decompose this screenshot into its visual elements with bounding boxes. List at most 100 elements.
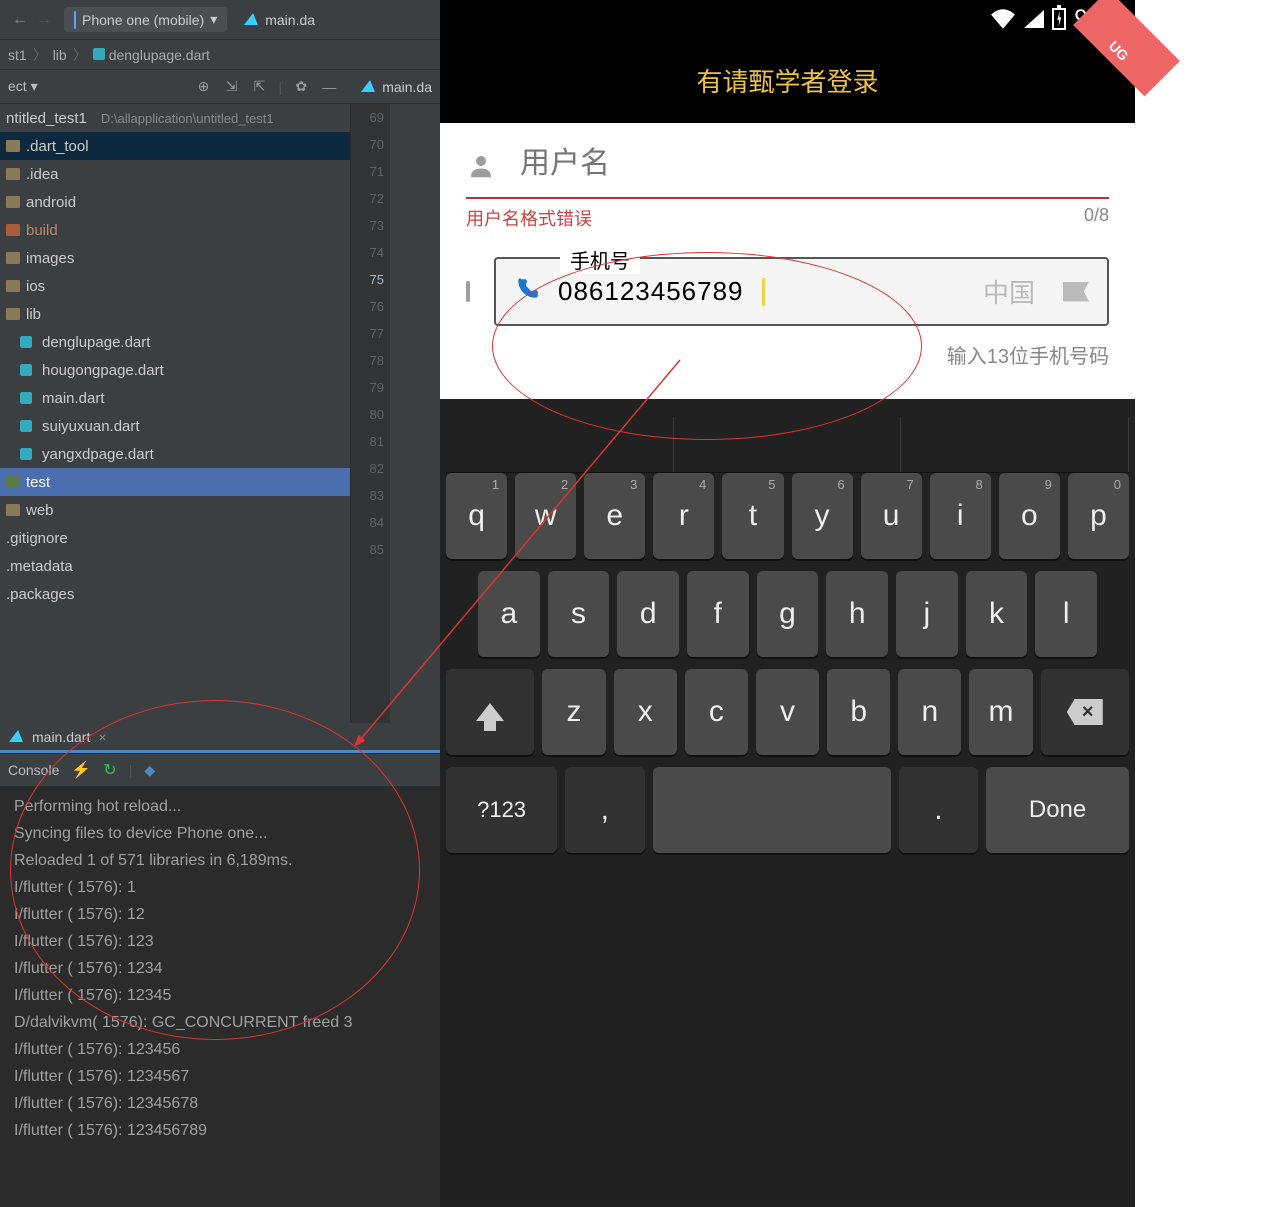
- tree-ios[interactable]: ios: [0, 272, 350, 300]
- tree-images[interactable]: images: [0, 244, 350, 272]
- line-number: 71: [351, 158, 384, 185]
- key-a[interactable]: a: [478, 571, 540, 657]
- key-d[interactable]: d: [617, 571, 679, 657]
- collapse-icon[interactable]: ⇱: [251, 78, 269, 96]
- key-m[interactable]: m: [969, 669, 1032, 755]
- top-file-tab[interactable]: main.da: [245, 12, 315, 28]
- period-key[interactable]: .: [899, 767, 978, 853]
- tree-file-yangxdpage[interactable]: yangxdpage.dart: [0, 440, 350, 468]
- console-line: I/flutter ( 1576): 12345678: [14, 1090, 426, 1117]
- done-key[interactable]: Done: [986, 767, 1129, 853]
- key-z[interactable]: z: [542, 669, 605, 755]
- key-x[interactable]: x: [614, 669, 677, 755]
- key-o[interactable]: 9o: [999, 473, 1060, 559]
- project-tree[interactable]: ntitled_test1D:\allapplication\untitled_…: [0, 104, 350, 723]
- tree-idea[interactable]: .idea: [0, 160, 350, 188]
- project-dropdown[interactable]: ect ▾: [8, 78, 38, 95]
- username-counter: 0/8: [1084, 205, 1109, 231]
- text-cursor: [762, 278, 765, 306]
- console-line: Syncing files to device Phone one...: [14, 820, 426, 847]
- key-k[interactable]: k: [966, 571, 1028, 657]
- nav-back-icon[interactable]: ←: [8, 8, 32, 32]
- prediction-bar: [446, 417, 1129, 473]
- tree-file-hougongpage[interactable]: hougongpage.dart: [0, 356, 350, 384]
- shift-key[interactable]: [446, 669, 534, 755]
- key-u[interactable]: 7u: [861, 473, 922, 559]
- crumb-1[interactable]: st1: [8, 47, 27, 63]
- folder-icon: [6, 168, 20, 180]
- top-file-tab-label: main.da: [265, 12, 315, 28]
- symbols-key[interactable]: ?123: [446, 767, 557, 853]
- ide-panel: ← → Phone one (mobile) ▾ main.da st1 〉 l…: [0, 0, 440, 1207]
- tree-file-suiyuxuan[interactable]: suiyuxuan.dart: [0, 412, 350, 440]
- phone-input-container[interactable]: 手机号 086123456789 中国: [494, 257, 1109, 326]
- key-j[interactable]: j: [896, 571, 958, 657]
- crumb-2[interactable]: lib: [53, 47, 67, 63]
- key-n[interactable]: n: [898, 669, 961, 755]
- line-number: 76: [351, 293, 384, 320]
- tree-lib[interactable]: lib: [0, 300, 350, 328]
- minimize-icon[interactable]: —: [320, 78, 338, 96]
- folder-icon: [6, 476, 20, 488]
- flutter-icon: [10, 730, 24, 744]
- key-p[interactable]: 0p: [1068, 473, 1129, 559]
- hot-restart-icon[interactable]: ↻: [103, 760, 116, 780]
- line-number: 79: [351, 374, 384, 401]
- tree-project[interactable]: ntitled_test1D:\allapplication\untitled_…: [0, 104, 350, 132]
- key-c[interactable]: c: [685, 669, 748, 755]
- tree-file-denglupage[interactable]: denglupage.dart: [0, 328, 350, 356]
- emulator: 9:00 有请甄学者登录 UG 用户名格式错误 0/8 手机号 0: [440, 0, 1135, 1207]
- nav-fwd-icon[interactable]: →: [32, 8, 56, 32]
- key-f[interactable]: f: [687, 571, 749, 657]
- line-number: 85: [351, 536, 384, 563]
- key-w[interactable]: 2w: [515, 473, 576, 559]
- space-key[interactable]: [653, 767, 891, 853]
- key-y[interactable]: 6y: [792, 473, 853, 559]
- key-g[interactable]: g: [757, 571, 819, 657]
- key-l[interactable]: l: [1035, 571, 1097, 657]
- key-h[interactable]: h: [826, 571, 888, 657]
- country-label: 中国: [983, 273, 1035, 310]
- chevron-down-icon: ▾: [210, 11, 217, 28]
- tree-packages[interactable]: .packages: [0, 580, 350, 608]
- key-e[interactable]: 3e: [584, 473, 645, 559]
- expand-icon[interactable]: ⇲: [223, 78, 241, 96]
- tree-dart-tool[interactable]: .dart_tool: [0, 132, 350, 160]
- gear-icon[interactable]: ✿: [292, 78, 310, 96]
- key-i[interactable]: 8i: [930, 473, 991, 559]
- username-input[interactable]: [520, 147, 1109, 193]
- editor-tab-main[interactable]: main.dart: [32, 729, 90, 745]
- line-number: 82: [351, 455, 384, 482]
- console-header: Console ⚡ ↻ | ◆: [0, 753, 440, 787]
- console-output[interactable]: Performing hot reload...Syncing files to…: [0, 787, 440, 1207]
- dart-icon: [20, 336, 32, 348]
- key-b[interactable]: b: [827, 669, 890, 755]
- tree-android[interactable]: android: [0, 188, 350, 216]
- hot-reload-icon[interactable]: ⚡: [71, 760, 91, 780]
- comma-key[interactable]: ,: [565, 767, 644, 853]
- key-q[interactable]: 1q: [446, 473, 507, 559]
- target-icon[interactable]: ⊕: [195, 78, 213, 96]
- device-name: Phone one (mobile): [82, 12, 204, 28]
- tree-gitignore[interactable]: .gitignore: [0, 524, 350, 552]
- tree-web[interactable]: web: [0, 496, 350, 524]
- crumb-3[interactable]: denglupage.dart: [93, 47, 210, 63]
- line-number: 81: [351, 428, 384, 455]
- backspace-icon: [1067, 699, 1103, 725]
- tree-build[interactable]: build: [0, 216, 350, 244]
- tree-test[interactable]: test: [0, 468, 350, 496]
- backspace-key[interactable]: [1041, 669, 1129, 755]
- line-number: 84: [351, 509, 384, 536]
- device-selector[interactable]: Phone one (mobile) ▾: [64, 7, 227, 32]
- tree-metadata[interactable]: .metadata: [0, 552, 350, 580]
- close-icon[interactable]: ×: [98, 729, 106, 745]
- console-line: I/flutter ( 1576): 123456: [14, 1036, 426, 1063]
- line-number: 73: [351, 212, 384, 239]
- key-v[interactable]: v: [756, 669, 819, 755]
- key-r[interactable]: 4r: [653, 473, 714, 559]
- tree-file-main[interactable]: main.dart: [0, 384, 350, 412]
- side-editor-tab[interactable]: main.da: [362, 79, 432, 95]
- key-s[interactable]: s: [548, 571, 610, 657]
- key-t[interactable]: 5t: [722, 473, 783, 559]
- devtools-icon[interactable]: ◆: [144, 762, 155, 779]
